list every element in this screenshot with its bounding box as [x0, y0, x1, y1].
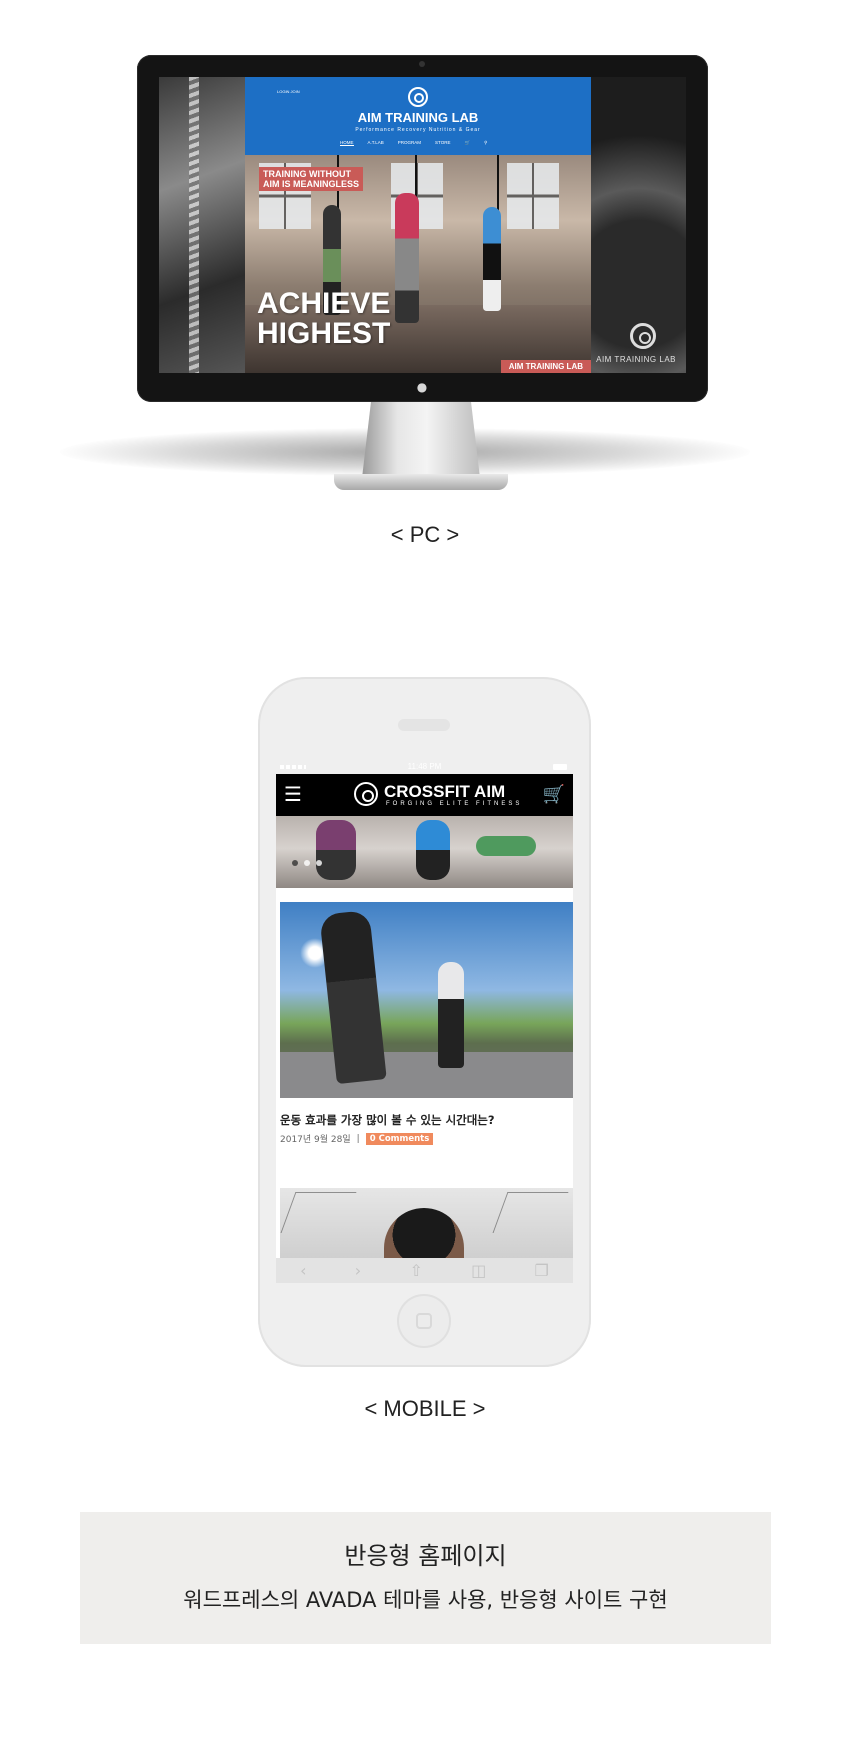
camera-icon: [419, 61, 425, 67]
browser-toolbar: ‹ › ⇧ ◫ ❐: [276, 1258, 573, 1283]
mobile-site-title[interactable]: CROSSFIT AIM: [384, 782, 505, 802]
site-header: LOGIN JOIN AIM TRAINING LAB Performance …: [245, 77, 591, 155]
signal-icon: [280, 765, 306, 769]
home-button[interactable]: [397, 1294, 451, 1348]
nav-home[interactable]: HOME: [340, 140, 354, 146]
portrait-figure: [384, 1208, 464, 1258]
apple-logo-icon: ●: [416, 380, 428, 394]
cart-icon[interactable]: 🛒: [464, 140, 470, 146]
search-icon[interactable]: ⚲: [484, 140, 487, 146]
forward-icon[interactable]: ›: [355, 1261, 361, 1280]
phone-speaker: [398, 719, 450, 731]
post-title[interactable]: 운동 효과를 가장 많이 볼 수 있는 시간대는?: [280, 1112, 570, 1128]
bookmarks-icon[interactable]: ◫: [471, 1261, 486, 1280]
post-thumbnail[interactable]: [280, 902, 573, 1098]
pc-caption: < PC >: [390, 522, 460, 547]
nav-at-lab[interactable]: A.T.LAB: [368, 140, 384, 146]
site-tagline: Performance Recovery Nutrition & Gear: [355, 127, 481, 133]
rope-climber-image: [159, 77, 245, 373]
phone-mockup: 11:48 PM ☰ CROSSFIT AIM FORGING ELITE FI…: [258, 677, 591, 1367]
site-nav: HOME A.T.LAB PROGRAM STORE 🛒 ⚲: [340, 140, 540, 146]
battery-icon: [553, 764, 567, 770]
meta-separator: |: [356, 1133, 360, 1144]
mobile-header: ☰ CROSSFIT AIM FORGING ELITE FITNESS 🛒: [276, 774, 573, 816]
tabs-icon[interactable]: ❐: [534, 1261, 548, 1280]
monitor-stand-base: [334, 474, 508, 490]
athlete-figure: [483, 207, 501, 311]
back-icon[interactable]: ‹: [300, 1261, 306, 1280]
brand-logo-icon: [630, 323, 656, 349]
pc-monitor-mockup: AIM TRAINING LAB LOGIN JOIN AIM TRAINING…: [137, 55, 708, 402]
status-bar: 11:48 PM: [276, 760, 573, 774]
runner-figure: [438, 962, 464, 1068]
post-date: 2017년 9월 28일: [280, 1135, 351, 1145]
slider-dots[interactable]: [292, 860, 322, 866]
post-meta: 2017년 9월 28일 | 0 Comments: [280, 1132, 434, 1145]
crossfit-logo-icon[interactable]: [354, 782, 378, 806]
hero-banner: TRAINING WITHOUT AIM IS MEANINGLESS ACHI…: [245, 155, 591, 373]
nav-program[interactable]: PROGRAM: [398, 140, 421, 146]
info-box: 반응형 홈페이지 워드프레스의 AVADA 테마를 사용, 반응형 사이트 구현: [80, 1512, 771, 1644]
share-icon[interactable]: ⇧: [409, 1261, 422, 1280]
mobile-caption: < MOBILE >: [364, 1396, 486, 1421]
cart-icon[interactable]: 🛒: [543, 786, 565, 804]
hero-tagline: TRAINING WITHOUT AIM IS MEANINGLESS: [259, 167, 364, 191]
comments-badge[interactable]: 0 Comments: [365, 1132, 434, 1145]
hamburger-icon[interactable]: ☰: [284, 784, 302, 804]
status-time: 11:48 PM: [407, 762, 442, 771]
kettlebell-image: AIM TRAINING LAB: [591, 77, 686, 373]
right-panel-brand: AIM TRAINING LAB: [596, 355, 676, 364]
hero-headline: ACHIEVE HIGHEST: [257, 287, 391, 350]
site-logo-icon[interactable]: [408, 87, 428, 107]
info-title: 반응형 홈페이지: [344, 1542, 507, 1570]
mobile-slider[interactable]: [276, 816, 573, 888]
nav-store[interactable]: STORE: [435, 140, 450, 146]
mobile-screen: 11:48 PM ☰ CROSSFIT AIM FORGING ELITE FI…: [276, 760, 573, 1283]
mobile-site-tagline: FORGING ELITE FITNESS: [386, 801, 523, 807]
monitor-stand-neck: [362, 398, 480, 478]
athlete-figure: [395, 193, 419, 323]
post-thumbnail[interactable]: [280, 1188, 573, 1258]
info-description: 워드프레스의 AVADA 테마를 사용, 반응형 사이트 구현: [183, 1588, 668, 1612]
hero-brand-badge: AIM TRAINING LAB: [500, 360, 591, 373]
site-title[interactable]: AIM TRAINING LAB: [245, 110, 591, 125]
login-join-links[interactable]: LOGIN JOIN: [277, 89, 300, 94]
pc-screen: AIM TRAINING LAB LOGIN JOIN AIM TRAINING…: [159, 77, 686, 373]
